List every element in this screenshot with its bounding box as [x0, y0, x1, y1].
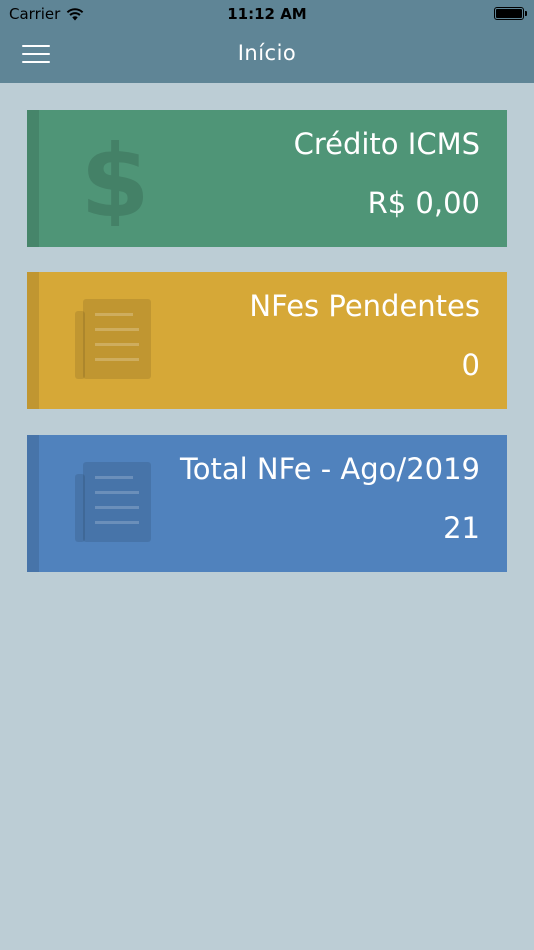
battery-icon [494, 7, 527, 20]
status-bar: Carrier 11:12 AM [0, 0, 534, 28]
dollar-icon: $ [80, 128, 150, 226]
card-value: 0 [461, 348, 480, 382]
page-title: Início [237, 41, 297, 65]
card-total-nfe[interactable]: Total NFe - Ago/2019 21 [27, 435, 507, 572]
document-icon [75, 299, 151, 379]
card-accent-stripe [27, 272, 39, 409]
card-value: R$ 0,00 [367, 186, 480, 220]
document-icon [75, 462, 151, 542]
card-accent-stripe [27, 435, 39, 572]
card-credito-icms[interactable]: $ Crédito ICMS R$ 0,00 [27, 110, 507, 247]
battery-level [496, 9, 522, 18]
svg-text:$: $ [80, 128, 150, 226]
card-title: NFes Pendentes [249, 289, 480, 323]
card-title: Crédito ICMS [293, 127, 480, 161]
navigation-bar: Início [0, 28, 534, 83]
card-nfes-pendentes[interactable]: NFes Pendentes 0 [27, 272, 507, 409]
card-accent-stripe [27, 110, 39, 247]
clock: 11:12 AM [227, 5, 307, 23]
card-value: 21 [443, 511, 480, 545]
card-title: Total NFe - Ago/2019 [179, 452, 480, 486]
